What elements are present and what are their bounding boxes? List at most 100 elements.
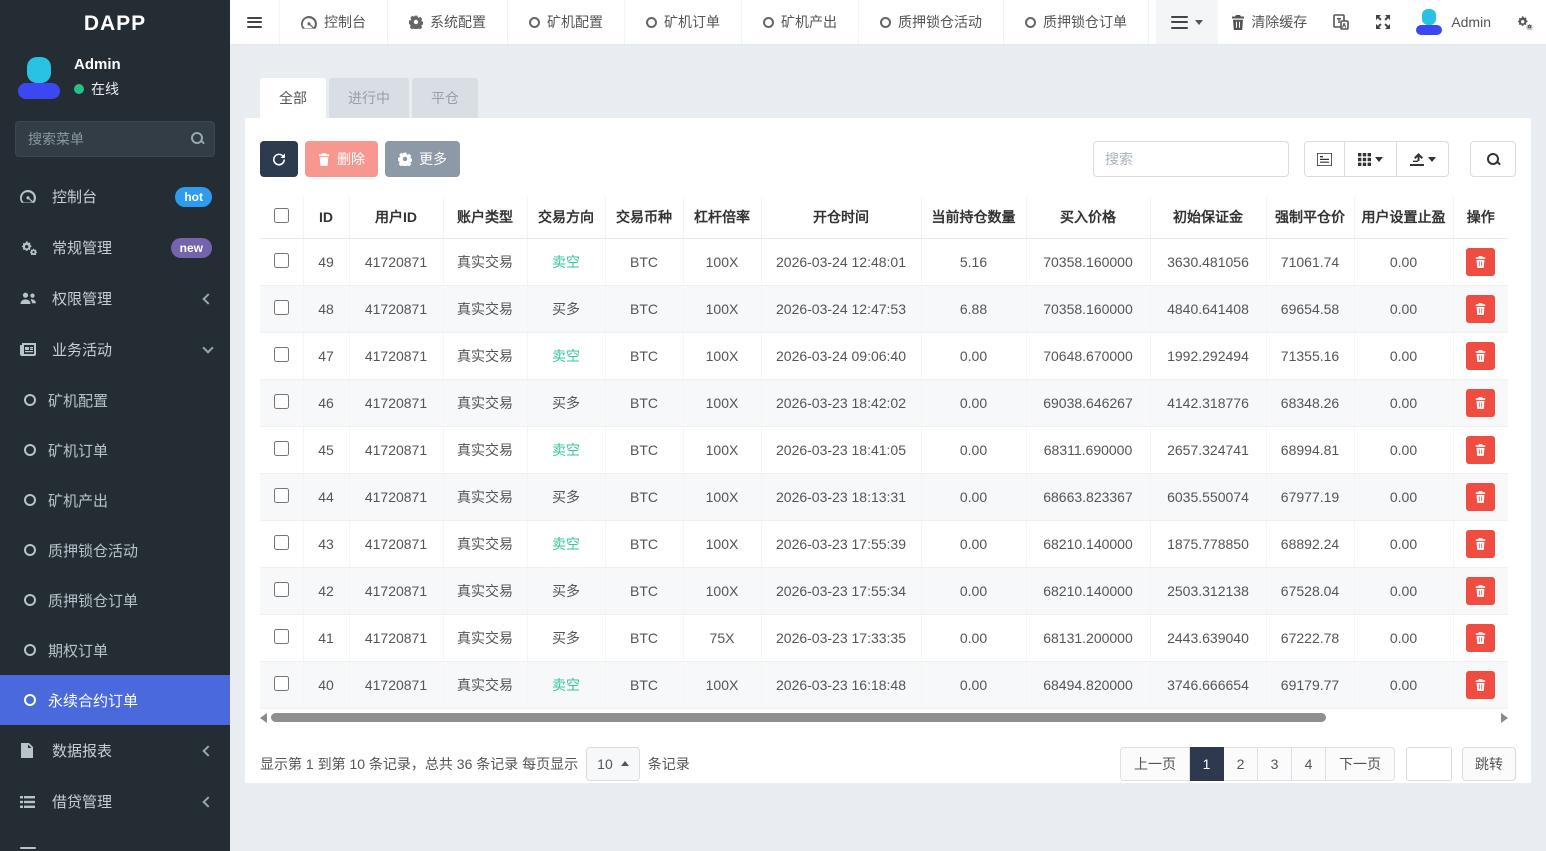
nav-link-质押锁仓订单[interactable]: 质押锁仓订单 (1003, 0, 1149, 44)
cell-buy_price: 70648.670000 (1026, 332, 1150, 379)
page-jump-button[interactable]: 跳转 (1462, 747, 1516, 781)
page-button-4[interactable]: 4 (1292, 747, 1326, 781)
sidebar-subitem-矿机订单[interactable]: 矿机订单 (0, 425, 230, 475)
cell-buy_price: 69038.646267 (1026, 379, 1150, 426)
row-delete-button[interactable] (1466, 671, 1495, 699)
sidebar-subitem-质押锁仓订单[interactable]: 质押锁仓订单 (0, 575, 230, 625)
nav-link-矿机订单[interactable]: 矿机订单 (624, 0, 741, 44)
columns-button[interactable] (1345, 141, 1397, 177)
row-delete-button[interactable] (1466, 530, 1495, 558)
cell-id: 47 (303, 332, 349, 379)
nav-link-系统配置[interactable]: 系统配置 (387, 0, 507, 44)
export-button[interactable] (1397, 141, 1449, 177)
table-toolbar: 删除 更多 (260, 141, 1516, 177)
sidebar-item-控制台[interactable]: 控制台hot (0, 171, 230, 222)
row-checkbox[interactable] (274, 253, 289, 268)
row-checkbox[interactable] (274, 629, 289, 644)
tab-进行中[interactable]: 进行中 (329, 78, 409, 118)
trash-icon (1475, 491, 1486, 503)
sidebar-subitem-矿机产出[interactable]: 矿机产出 (0, 475, 230, 525)
sidebar-subitem-矿机配置[interactable]: 矿机配置 (0, 375, 230, 425)
cell-open_time: 2026-03-23 18:42:02 (761, 379, 921, 426)
cell-open_time: 2026-03-23 18:13:31 (761, 473, 921, 520)
row-delete-button[interactable] (1466, 248, 1495, 276)
row-delete-button[interactable] (1466, 389, 1495, 417)
settings-button[interactable] (1503, 0, 1546, 44)
sidebar-subitem-永续合约订单[interactable]: 永续合约订单 (0, 675, 230, 725)
page-button-1[interactable]: 1 (1190, 747, 1224, 781)
sidebar-item-常规管理[interactable]: 常规管理new (0, 222, 230, 273)
row-checkbox[interactable] (274, 441, 289, 456)
row-delete-button[interactable] (1466, 342, 1495, 370)
sidebar-item-partial[interactable] (0, 827, 230, 851)
search-submit-button[interactable] (1470, 141, 1516, 177)
fullscreen-button[interactable] (1362, 0, 1404, 44)
table-search-input[interactable] (1093, 141, 1289, 177)
sidebar-toggle-button[interactable] (230, 0, 279, 44)
nav-link-矿机产出[interactable]: 矿机产出 (741, 0, 858, 44)
sidebar-item-权限管理[interactable]: 权限管理 (0, 273, 230, 324)
language-button[interactable] (1320, 0, 1362, 44)
nav-menu-dropdown[interactable] (1156, 0, 1218, 44)
scroll-right-icon[interactable] (1501, 713, 1508, 723)
page-jump-input[interactable] (1406, 747, 1452, 781)
trash-icon (318, 153, 330, 166)
page-button-2[interactable]: 2 (1224, 747, 1258, 781)
sidebar-item-数据报表[interactable]: 数据报表 (0, 725, 230, 776)
cell-buy_price: 68131.200000 (1026, 614, 1150, 661)
clear-cache-button[interactable]: 清除缓存 (1218, 0, 1320, 44)
circle-icon (646, 17, 657, 28)
cell-direction: 卖空 (527, 426, 605, 473)
row-checkbox[interactable] (274, 394, 289, 409)
table-row: 4241720871真实交易买多BTC100X2026-03-23 17:55:… (260, 567, 1508, 614)
cell-take_profit: 0.00 (1354, 473, 1453, 520)
cell-take_profit: 0.00 (1354, 661, 1453, 708)
tab-全部[interactable]: 全部 (260, 78, 326, 118)
sidebar-item-借贷管理[interactable]: 借贷管理 (0, 776, 230, 827)
nav-link-label: 控制台 (324, 12, 366, 32)
next-page-button[interactable]: 下一页 (1326, 747, 1395, 781)
horizontal-scrollbar[interactable] (260, 711, 1508, 725)
detail-view-button[interactable] (1304, 141, 1345, 177)
refresh-button[interactable] (260, 141, 298, 177)
select-all-checkbox[interactable] (274, 208, 289, 223)
row-delete-button[interactable] (1466, 624, 1495, 652)
circle-icon (880, 17, 891, 28)
row-checkbox[interactable] (274, 535, 289, 550)
row-checkbox[interactable] (274, 676, 289, 691)
cell-user_id: 41720871 (349, 520, 443, 567)
page-button-3[interactable]: 3 (1258, 747, 1292, 781)
navbar-user[interactable]: Admin (1404, 0, 1503, 44)
delete-button[interactable]: 删除 (305, 141, 378, 177)
row-checkbox[interactable] (274, 300, 289, 315)
nav-link-控制台[interactable]: 控制台 (279, 0, 387, 44)
more-button[interactable]: 更多 (385, 141, 460, 177)
row-checkbox[interactable] (274, 347, 289, 362)
sidebar-subitem-质押锁仓活动[interactable]: 质押锁仓活动 (0, 525, 230, 575)
column-header-开仓时间: 开仓时间 (761, 197, 921, 238)
row-delete-button[interactable] (1466, 577, 1495, 605)
nav-link-质押锁仓活动[interactable]: 质押锁仓活动 (858, 0, 1003, 44)
trash-icon (1475, 256, 1486, 268)
search-icon[interactable] (190, 131, 205, 146)
sidebar-subitem-期权订单[interactable]: 期权订单 (0, 625, 230, 675)
sidebar-subitem-label: 永续合约订单 (48, 690, 138, 711)
tab-平仓[interactable]: 平仓 (412, 78, 478, 118)
row-delete-button[interactable] (1466, 295, 1495, 323)
scrollbar-thumb[interactable] (271, 713, 1326, 722)
cell-position: 0.00 (921, 661, 1026, 708)
row-checkbox[interactable] (274, 582, 289, 597)
nav-link-矿机配置[interactable]: 矿机配置 (507, 0, 624, 44)
sidebar-search-input[interactable] (15, 121, 215, 157)
row-checkbox[interactable] (274, 488, 289, 503)
sidebar-item-业务活动[interactable]: 业务活动 (0, 324, 230, 375)
scroll-left-icon[interactable] (260, 713, 267, 723)
cell-margin: 2657.324741 (1150, 426, 1266, 473)
page-size-select[interactable]: 10 (586, 747, 640, 781)
row-delete-button[interactable] (1466, 436, 1495, 464)
nav-link-label: 质押锁仓活动 (898, 12, 982, 32)
cell-actions (1453, 661, 1508, 708)
prev-page-button[interactable]: 上一页 (1120, 747, 1190, 781)
row-delete-button[interactable] (1466, 483, 1495, 511)
table-row: 4541720871真实交易卖空BTC100X2026-03-23 18:41:… (260, 426, 1508, 473)
